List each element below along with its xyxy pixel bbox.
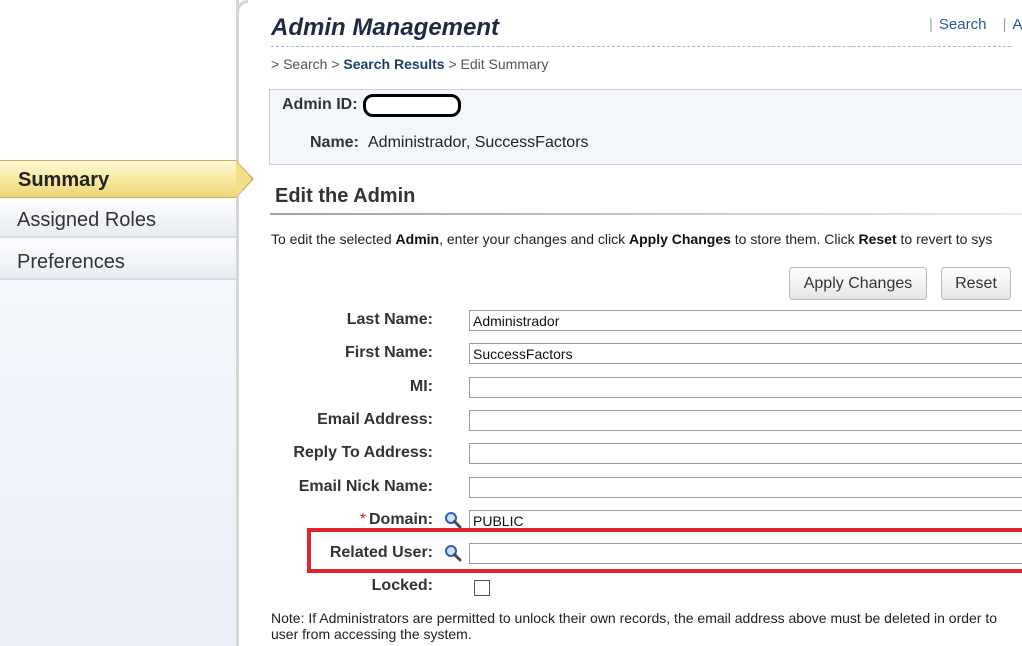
instructions-part: To edit the selected	[271, 231, 396, 247]
left-navigation	[0, 0, 238, 646]
locked-checkbox[interactable]	[474, 580, 490, 596]
email-nick-name-label: Email Nick Name:	[298, 478, 433, 495]
instructions-bold: Admin	[395, 231, 440, 247]
name-label: Name:	[310, 134, 359, 151]
instructions-bold: Reset	[858, 231, 897, 247]
top-links: | Search | A	[929, 16, 1022, 33]
last-name-label: Last Name:	[346, 311, 433, 328]
sidebar-item-label: Summary	[18, 169, 110, 191]
reply-to-address-label: Reply To Address:	[293, 444, 433, 461]
reset-button[interactable]: Reset	[941, 267, 1011, 300]
instructions-part: to store them. Click	[730, 231, 859, 247]
link-separator: |	[1002, 16, 1007, 33]
mi-field[interactable]	[469, 377, 1022, 398]
sidebar-item-label: Assigned Roles	[17, 209, 156, 231]
note-line-2: user from accessing the system.	[271, 626, 472, 642]
section-title: Edit the Admin	[275, 185, 416, 207]
email-nick-name-field[interactable]	[469, 477, 1022, 498]
magnifier-icon	[445, 545, 462, 562]
name-value: Administrador, SuccessFactors	[368, 134, 589, 151]
note-text: Note: If Administrators are permitted to…	[271, 610, 1022, 642]
truncated-link[interactable]: A	[1013, 16, 1022, 33]
locked-label: Locked:	[371, 577, 433, 594]
related-user-lookup-magnifier-icon[interactable]	[444, 544, 462, 562]
section-divider	[270, 213, 1022, 215]
last-name-field[interactable]	[469, 310, 1022, 331]
breadcrumb-current: > Edit Summary	[448, 56, 549, 72]
magnifier-icon	[445, 512, 462, 529]
related-user-label: Related User:	[329, 544, 433, 561]
admin-id-label: Admin ID:	[282, 96, 358, 113]
page-title: Admin Management	[271, 14, 500, 41]
instructions-text: To edit the selected Admin, enter your c…	[271, 231, 1022, 247]
domain-label-text: Domain:	[369, 511, 433, 528]
title-divider	[271, 46, 1011, 47]
reply-to-address-field[interactable]	[469, 443, 1022, 464]
email-address-field[interactable]	[469, 410, 1022, 431]
sidebar-item-label: Preferences	[17, 251, 125, 273]
first-name-field[interactable]	[469, 343, 1022, 364]
sidebar-item-summary[interactable]: Summary	[0, 160, 236, 198]
apply-changes-button[interactable]: Apply Changes	[789, 267, 927, 300]
email-address-label: Email Address:	[317, 411, 433, 428]
admin-id-redacted-value	[363, 94, 461, 117]
breadcrumb-search-results-link[interactable]: Search Results	[343, 56, 444, 72]
instructions-bold: Apply Changes	[628, 231, 731, 247]
related-user-field[interactable]	[469, 543, 1022, 564]
sidebar-item-assigned-roles[interactable]: Assigned Roles	[0, 200, 236, 238]
mi-label: MI:	[409, 378, 433, 395]
required-marker: *	[359, 511, 366, 528]
search-link[interactable]: Search	[939, 16, 987, 33]
sidebar-item-preferences[interactable]: Preferences	[0, 242, 236, 280]
instructions-part: to revert to sys	[896, 231, 993, 247]
instructions-part: , enter your changes and click	[439, 231, 629, 247]
link-separator: |	[929, 16, 933, 33]
first-name-label: First Name:	[344, 344, 433, 361]
domain-lookup-magnifier-icon[interactable]	[444, 511, 462, 529]
domain-field[interactable]	[469, 510, 1022, 531]
left-navigation-border	[236, 0, 239, 646]
active-indicator-arrow-fill	[236, 161, 252, 197]
breadcrumb-prefix: > Search >	[271, 56, 340, 72]
note-line-1: Note: If Administrators are permitted to…	[271, 610, 998, 626]
domain-label: * Domain:	[360, 511, 433, 529]
breadcrumb: > Search > Search Results > Edit Summary	[271, 56, 548, 72]
